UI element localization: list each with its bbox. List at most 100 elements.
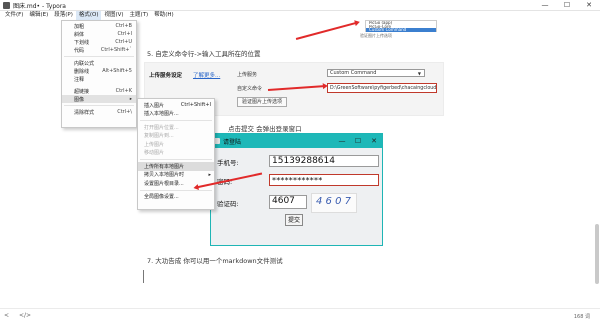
menu-item-italic[interactable]: 斜体 Ctrl+I: [62, 30, 136, 38]
menu-paragraph[interactable]: 段落(P): [51, 11, 76, 20]
captcha-image[interactable]: 4 6 0 7: [311, 193, 357, 213]
learn-more-link[interactable]: 了解更多...: [193, 71, 220, 79]
submenu-item-upload-all[interactable]: 上传所有本地图片: [138, 162, 214, 171]
word-count[interactable]: 168 词: [574, 313, 590, 320]
menu-item-label: 图像: [74, 96, 85, 103]
image-submenu: 插入图片 Ctrl+Shift+I 插入本地图片... 打开图片位置... 复制图…: [137, 98, 215, 210]
phone-input[interactable]: 15139288614: [269, 155, 379, 167]
menu-item-label: 打开图片位置...: [144, 124, 179, 131]
captcha-input[interactable]: 4607: [269, 195, 307, 209]
close-icon[interactable]: ✕: [578, 0, 600, 11]
menu-view[interactable]: 视图(V): [101, 11, 126, 20]
maximize-icon[interactable]: ☐: [350, 134, 366, 148]
menu-edit[interactable]: 编辑(E): [26, 11, 51, 20]
dialog-controls: — ☐ ✕: [334, 134, 382, 148]
menu-item-label: 清除样式: [74, 109, 95, 116]
submenu-item-when-copy[interactable]: 拷贝入本地图片时 ▸: [138, 171, 214, 180]
menu-item-image[interactable]: 图像 ▸: [62, 95, 136, 103]
panel-title: 上传服务设定: [149, 73, 183, 79]
menu-separator: [140, 189, 212, 191]
menu-item-shortcut: Ctrl+Shift+`: [100, 47, 132, 53]
menu-item-label: 设置图片根目录...: [144, 180, 184, 187]
menu-item-shortcut: Ctrl+I: [117, 31, 132, 37]
minimize-icon[interactable]: —: [334, 134, 350, 148]
maximize-icon[interactable]: ☐: [556, 0, 578, 11]
menu-item-code[interactable]: 代码 Ctrl+Shift+`: [62, 46, 136, 54]
menu-item-label: 删除线: [74, 68, 90, 75]
typora-app-icon: [3, 1, 10, 9]
verify-upload-button[interactable]: 验证图片上传选项: [237, 97, 288, 107]
upload-service-value: Custom Command: [330, 70, 377, 76]
close-icon[interactable]: ✕: [366, 134, 382, 148]
upload-service-select[interactable]: Custom Command ▼: [327, 69, 425, 77]
menu-item-strikethrough[interactable]: 删除线 Alt+Shift+5: [62, 67, 136, 75]
menu-item-shortcut: Ctrl+K: [115, 88, 132, 94]
chevron-down-icon: ▼: [417, 71, 421, 76]
password-input[interactable]: ************: [269, 174, 379, 186]
verify-caption: 验证图片上传选项: [360, 33, 392, 38]
heading-step-7: 7. 大功告成 你可以用一个markdown文件测试: [147, 257, 283, 265]
window-title: 图床.md• - Typora: [13, 2, 66, 10]
submenu-item-insert-image[interactable]: 插入图片 Ctrl+Shift+I: [138, 101, 214, 110]
menu-item-underline[interactable]: 下划线 Ctrl+U: [62, 38, 136, 46]
menu-item-label: 移动图片: [144, 150, 165, 157]
submenu-item-open-location: 打开图片位置...: [138, 123, 214, 132]
dialog-titlebar: 请登陆 — ☐ ✕: [211, 134, 382, 148]
submenu-item-copy-to: 复制图片到...: [138, 132, 214, 141]
menu-separator: [64, 105, 134, 106]
menu-item-label: 下划线: [74, 39, 90, 46]
sidebar-toggle-icon[interactable]: <: [4, 312, 9, 319]
menu-file[interactable]: 文件(F): [2, 11, 26, 20]
menu-item-shortcut: Ctrl+\: [117, 109, 132, 115]
menu-item-comment[interactable]: 注释: [62, 75, 136, 83]
login-dialog: 请登陆 — ☐ ✕ 手机号: 15139288614 密码: *********…: [210, 133, 383, 246]
menu-item-shortcut: Alt+Shift+5: [102, 68, 132, 74]
menu-item-label: 全局图像设置...: [144, 194, 179, 201]
menu-help[interactable]: 帮助(H): [151, 11, 176, 20]
menu-item-hyperlink[interactable]: 超链接 Ctrl+K: [62, 87, 136, 95]
format-menu-dropdown: 加粗 Ctrl+B 斜体 Ctrl+I 下划线 Ctrl+U 代码 Ctrl+Shift…: [61, 20, 137, 128]
window-titlebar: 图床.md• - Typora — ☐ ✕: [0, 0, 600, 11]
menu-separator: [140, 159, 212, 160]
menu-item-shortcut: Ctrl+B: [115, 23, 132, 29]
embedded-screenshot-top: PicGo (app) PicGo-Core Custom Command 验证…: [290, 20, 450, 42]
menu-item-label: 斜体: [74, 31, 85, 38]
source-mode-icon[interactable]: </>: [19, 312, 31, 319]
phone-label: 手机号:: [217, 159, 239, 167]
menu-item-bold[interactable]: 加粗 Ctrl+B: [62, 22, 136, 30]
submenu-item-global-settings[interactable]: 全局图像设置...: [138, 193, 214, 202]
service-label: 上传服务: [237, 72, 258, 78]
chevron-right-icon: ▸: [129, 96, 132, 102]
status-bar: < </> 168 词: [0, 308, 600, 322]
menu-item-label: 超链接: [74, 88, 90, 95]
menu-format[interactable]: 格式(O): [75, 11, 102, 20]
menu-item-label: 注释: [74, 76, 85, 83]
menu-item-label: 复制图片到...: [144, 133, 174, 140]
submit-button[interactable]: 提交: [285, 214, 303, 226]
menu-item-shortcut: Ctrl+Shift+I: [180, 102, 211, 109]
menu-item-inline-math[interactable]: 内联公式: [62, 59, 136, 67]
menu-theme[interactable]: 主题(T): [127, 11, 152, 20]
chevron-right-icon: ▸: [208, 171, 211, 178]
menu-item-label: 代码: [74, 47, 85, 54]
option-item-selected: Custom Command: [366, 28, 436, 32]
menu-item-label: 插入图片: [144, 102, 165, 109]
submenu-item-insert-local[interactable]: 插入本地图片...: [138, 110, 214, 119]
menu-separator: [140, 120, 212, 121]
menu-item-shortcut: Ctrl+U: [115, 39, 132, 45]
command-label: 自定义命令: [237, 86, 263, 92]
menu-item-label: 上传图片: [144, 141, 165, 148]
scrollbar-thumb[interactable]: [595, 224, 599, 284]
captcha-glyphs: 4 6 0 7: [316, 196, 351, 207]
submenu-item-move: 移动图片: [138, 149, 214, 158]
dialog-title: 请登陆: [223, 138, 242, 146]
heading-step-5: 5. 自定义命令行->输入工具所在的位置: [147, 50, 261, 58]
minimize-icon[interactable]: —: [534, 0, 556, 11]
upload-service-options: PicGo (app) PicGo-Core Custom Command: [365, 20, 437, 32]
menu-item-label: 插入本地图片...: [144, 111, 179, 118]
captcha-label: 验证码:: [217, 200, 239, 208]
menu-item-clear-style[interactable]: 清除样式 Ctrl+\: [62, 108, 136, 116]
custom-command-input[interactable]: D:\GreenSoftware\pyfigerbed\chacaingclou…: [327, 83, 437, 93]
status-left: < </>: [4, 312, 39, 319]
menu-item-label: 上传所有本地图片: [144, 163, 185, 170]
